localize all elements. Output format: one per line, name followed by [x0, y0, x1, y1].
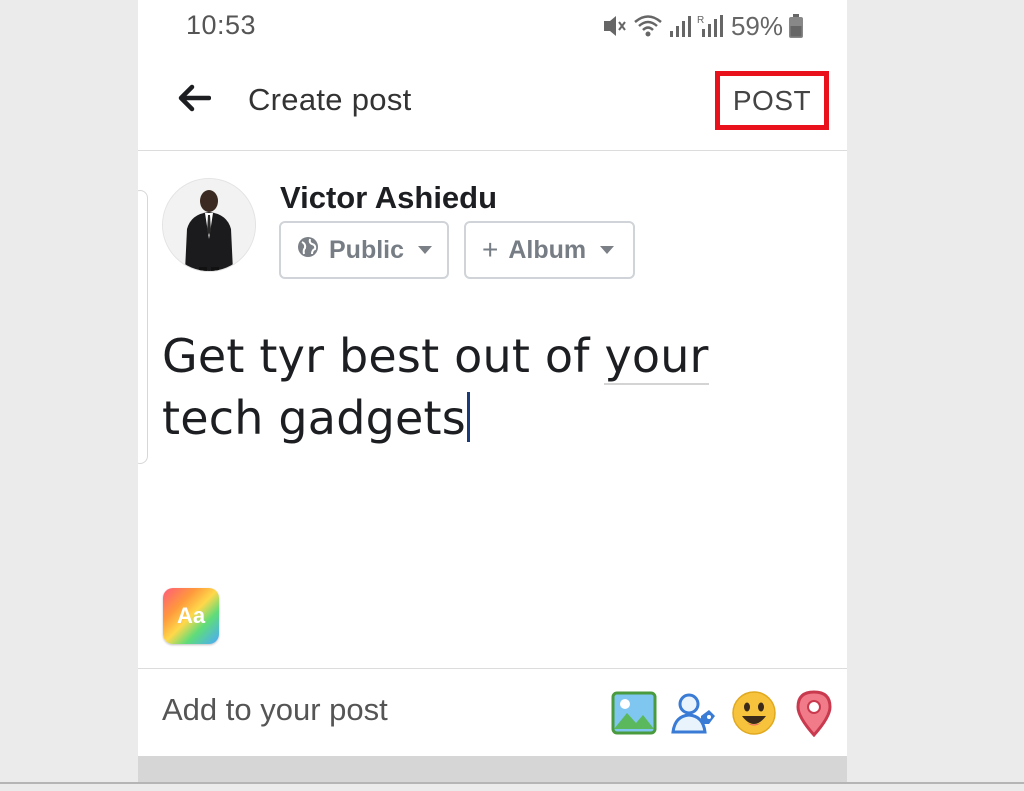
svg-text:R: R: [697, 15, 704, 26]
status-icons: R 59%: [601, 10, 803, 42]
add-to-post-label[interactable]: Add to your post: [162, 692, 388, 728]
back-button[interactable]: [174, 80, 214, 120]
privacy-selector[interactable]: Public: [279, 221, 449, 279]
tag-people-icon[interactable]: [670, 689, 718, 737]
photo-icon[interactable]: [610, 689, 658, 737]
add-to-post-divider: [138, 668, 847, 669]
chevron-down-icon: [600, 246, 615, 254]
chevron-down-icon: [418, 246, 433, 254]
add-to-post-icons: [610, 688, 838, 738]
location-pin-icon[interactable]: [790, 689, 838, 737]
mute-vibrate-icon: [601, 13, 627, 39]
wifi-icon: [633, 13, 663, 39]
back-arrow-icon: [177, 84, 212, 117]
page-bottom-border: [0, 782, 1024, 784]
side-panel-edge: [138, 190, 148, 464]
page-title: Create post: [248, 82, 412, 117]
post-text-part: Get tyr best out of: [162, 329, 605, 383]
text-style-button[interactable]: Aa: [163, 588, 219, 644]
globe-icon: [297, 236, 319, 265]
avatar: [162, 178, 256, 272]
status-time: 10:53: [186, 10, 257, 40]
bottom-strip: [138, 756, 847, 782]
create-post-screen: 10:53 R 59% Create post POST Victor Ashi…: [138, 0, 847, 782]
roaming-signal-icon: R: [697, 13, 723, 39]
battery-icon: [789, 14, 803, 38]
signal-icon: [669, 13, 691, 39]
spellcheck-underlined-word: your: [604, 329, 709, 385]
battery-percent: 59%: [730, 10, 783, 41]
post-text-input[interactable]: Get tyr best out of your tech gadgets: [162, 325, 812, 449]
feeling-emoji-icon[interactable]: [730, 689, 778, 737]
plus-icon: +: [482, 234, 499, 265]
privacy-label: Public: [329, 235, 405, 264]
user-name: Victor Ashiedu: [280, 180, 498, 215]
album-selector[interactable]: + Album: [464, 221, 635, 279]
post-text-part: tech gadgets: [162, 391, 466, 445]
header-divider: [138, 150, 847, 151]
post-button[interactable]: POST: [715, 71, 829, 130]
text-cursor: [466, 392, 470, 442]
album-label: Album: [508, 235, 587, 264]
